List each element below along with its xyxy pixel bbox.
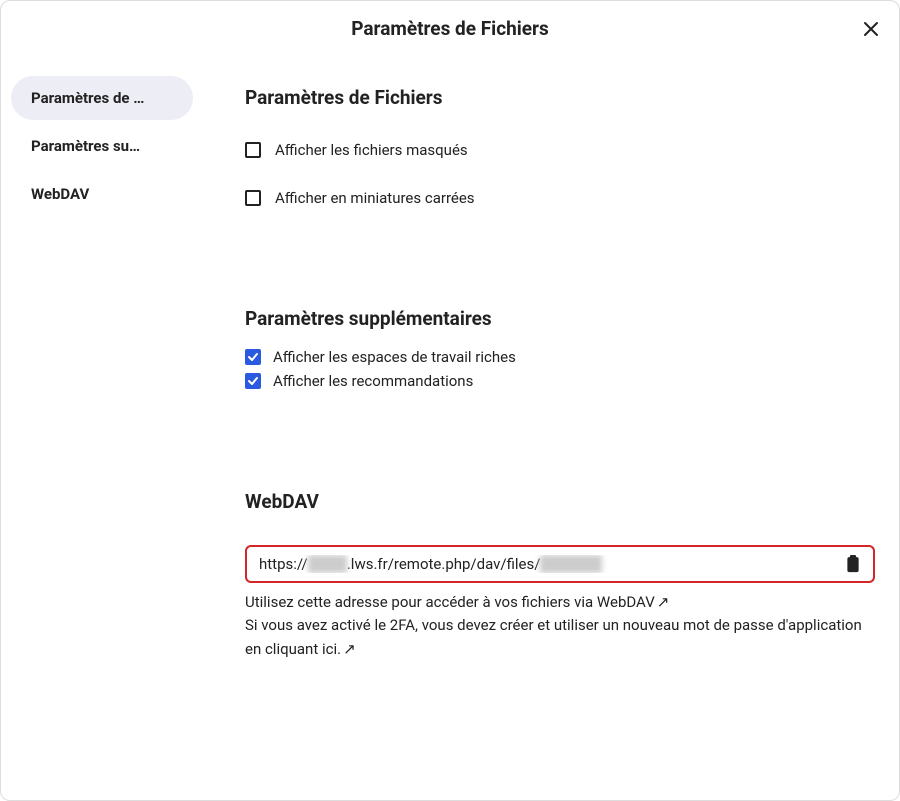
option-recommendations[interactable]: Afficher les recommandations — [245, 372, 875, 390]
settings-main: Paramètres de Fichiers Afficher les fich… — [201, 76, 899, 701]
copy-button[interactable] — [843, 554, 863, 574]
checkbox-unchecked-icon — [245, 142, 261, 158]
checkbox-unchecked-icon — [245, 190, 261, 206]
help-text: Si vous avez activé le 2FA, vous devez c… — [245, 616, 862, 657]
url-part: .lws.fr/remote.php/dav/files/ — [347, 555, 541, 573]
sidebar-item-label: WebDAV — [31, 185, 89, 203]
close-icon — [863, 21, 879, 37]
section-title: WebDAV — [245, 490, 875, 513]
sidebar-item-file-settings[interactable]: Paramètres de … — [11, 76, 193, 120]
redacted-user: xxxxxxxx — [540, 555, 602, 573]
redacted-host: xxxxx — [308, 555, 347, 573]
section-extra-settings: Paramètres supplémentaires Afficher les … — [245, 307, 875, 390]
option-show-hidden-files[interactable]: Afficher les fichiers masqués — [245, 141, 875, 159]
section-title: Paramètres de Fichiers — [245, 86, 875, 109]
external-link-icon: ↗ — [343, 640, 356, 658]
checkbox-checked-icon — [245, 373, 261, 389]
sidebar-item-label: Paramètres de … — [31, 89, 144, 107]
modal-title: Paramètres de Fichiers — [351, 17, 549, 40]
sidebar-item-webdav[interactable]: WebDAV — [11, 172, 193, 216]
modal-header: Paramètres de Fichiers — [1, 1, 899, 56]
settings-sidebar: Paramètres de … Paramètres su… WebDAV — [1, 76, 201, 701]
option-label: Afficher les recommandations — [273, 372, 473, 390]
option-rich-workspaces[interactable]: Afficher les espaces de travail riches — [245, 348, 875, 366]
section-webdav: WebDAV https://xxxxx.lws.fr/remote.php/d… — [245, 490, 875, 661]
section-title: Paramètres supplémentaires — [245, 307, 875, 330]
sidebar-item-extra-settings[interactable]: Paramètres su… — [11, 124, 193, 168]
webdav-url-field[interactable]: https://xxxxx.lws.fr/remote.php/dav/file… — [245, 545, 875, 583]
external-link-icon: ↗ — [657, 593, 670, 611]
webdav-help-link-1[interactable]: Utilisez cette adresse pour accéder à vo… — [245, 591, 875, 614]
url-part: https:// — [259, 555, 308, 573]
clipboard-icon — [843, 554, 863, 574]
close-button[interactable] — [857, 15, 885, 43]
webdav-url-value[interactable]: https://xxxxx.lws.fr/remote.php/dav/file… — [259, 555, 843, 573]
help-text: Utilisez cette adresse pour accéder à vo… — [245, 593, 655, 611]
option-label: Afficher les espaces de travail riches — [273, 348, 516, 366]
sidebar-item-label: Paramètres su… — [31, 137, 140, 155]
checkbox-checked-icon — [245, 349, 261, 365]
webdav-help-link-2[interactable]: Si vous avez activé le 2FA, vous devez c… — [245, 614, 875, 661]
section-file-settings: Paramètres de Fichiers Afficher les fich… — [245, 86, 875, 207]
option-label: Afficher les fichiers masqués — [275, 141, 468, 159]
option-label: Afficher en miniatures carrées — [275, 189, 475, 207]
option-square-thumbnails[interactable]: Afficher en miniatures carrées — [245, 189, 875, 207]
